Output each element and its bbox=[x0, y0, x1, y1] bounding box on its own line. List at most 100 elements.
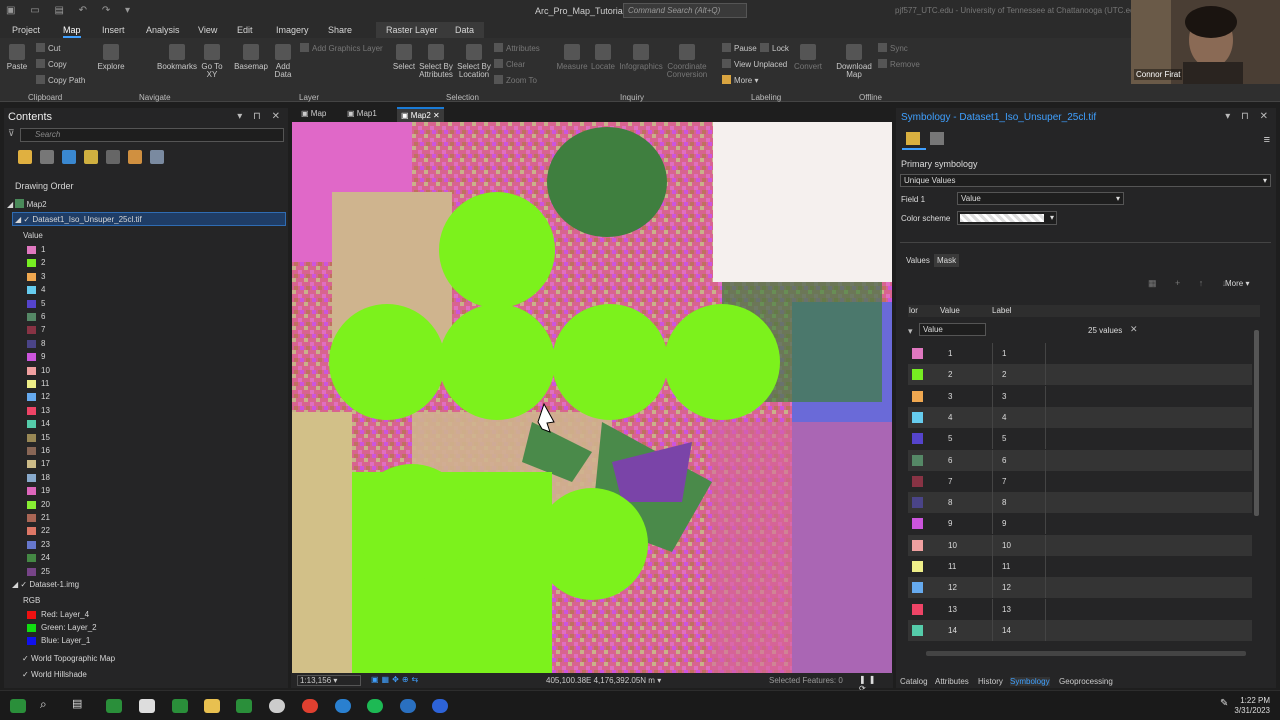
symbology-row[interactable]: 66 bbox=[908, 449, 1252, 471]
list-by-source-icon[interactable] bbox=[40, 150, 54, 164]
list-by-snapping-icon[interactable] bbox=[106, 150, 120, 164]
symbol-swatch[interactable] bbox=[912, 624, 923, 636]
symbology-method-select[interactable]: Unique Values ▾ bbox=[900, 174, 1271, 187]
symbol-swatch[interactable] bbox=[912, 497, 923, 509]
map-tab-map2[interactable]: ▣ Map2 ✕ bbox=[397, 107, 444, 122]
row-label[interactable]: 6 bbox=[1002, 456, 1006, 465]
paste-button[interactable]: Paste bbox=[6, 44, 28, 71]
legend-swatch[interactable] bbox=[27, 272, 36, 281]
tab-attributes[interactable]: Attributes bbox=[935, 677, 969, 686]
legend-swatch[interactable] bbox=[27, 500, 36, 509]
legend-swatch[interactable] bbox=[27, 353, 36, 362]
symbology-row[interactable]: 99 bbox=[908, 513, 1252, 535]
symbol-swatch[interactable] bbox=[912, 411, 923, 423]
view-unplaced-button[interactable]: View Unplaced bbox=[722, 59, 787, 69]
menu-icon[interactable]: ≡ bbox=[1264, 134, 1270, 146]
tab-raster-layer[interactable]: Raster Layer bbox=[386, 25, 438, 35]
legend-swatch[interactable] bbox=[27, 554, 36, 563]
column-label-header[interactable]: Label bbox=[992, 306, 1012, 315]
toc-world-topographic[interactable]: ✓ World Topographic Map bbox=[22, 654, 115, 663]
legend-swatch[interactable] bbox=[27, 447, 36, 455]
symbology-row[interactable]: 22 bbox=[908, 364, 1252, 386]
tab-view[interactable]: View bbox=[198, 25, 217, 35]
zoom-to-selection-button[interactable]: Zoom To bbox=[494, 75, 537, 85]
list-by-perspective-icon[interactable] bbox=[150, 150, 164, 164]
locate-button[interactable]: Locate bbox=[590, 44, 616, 71]
pause-labeling-button[interactable]: Pause bbox=[722, 43, 757, 53]
tab-insert[interactable]: Insert bbox=[102, 25, 125, 35]
quick-access-toolbar[interactable]: ▣ ▭ ▤ ↶ ↷ ▾ bbox=[6, 5, 136, 16]
field1-select[interactable]: Value ▾ bbox=[957, 192, 1124, 205]
zoom-icon[interactable] bbox=[432, 699, 448, 713]
download-map-button[interactable]: Download Map bbox=[834, 44, 874, 79]
toc-layer-dataset1[interactable]: ◢ ✓ Dataset1_Iso_Unsuper_25cl.tif bbox=[12, 212, 286, 226]
symbol-swatch[interactable] bbox=[912, 603, 923, 615]
legend-swatch[interactable] bbox=[27, 313, 36, 321]
cut-button[interactable]: Cut bbox=[36, 43, 60, 53]
explore-button[interactable]: Explore bbox=[96, 44, 126, 71]
row-label[interactable]: 12 bbox=[1002, 583, 1011, 592]
row-label[interactable]: 3 bbox=[1002, 392, 1006, 401]
legend-swatch[interactable] bbox=[27, 487, 36, 496]
symbol-swatch[interactable] bbox=[912, 369, 923, 381]
scale-select[interactable]: 1:13,156 ▾ bbox=[297, 675, 361, 686]
legend-swatch[interactable] bbox=[27, 380, 36, 388]
row-label[interactable]: 11 bbox=[1002, 562, 1010, 571]
select-by-location-button[interactable]: Select By Location bbox=[456, 44, 492, 79]
symbology-row[interactable]: 55 bbox=[908, 428, 1252, 450]
symbology-row[interactable]: 12 12 bbox=[908, 577, 1252, 599]
symbology-row[interactable]: 11 11 bbox=[908, 556, 1252, 577]
app-icon-4[interactable] bbox=[236, 699, 252, 713]
lock-labeling-button[interactable]: Lock bbox=[760, 43, 789, 53]
add-graphics-layer-button[interactable]: Add Graphics Layer bbox=[300, 43, 383, 53]
symbology-row[interactable]: 33 bbox=[908, 385, 1252, 407]
primary-symbology-icon[interactable] bbox=[906, 132, 920, 145]
toc-map2[interactable]: ◢ Map2 bbox=[7, 199, 47, 209]
browser-icon[interactable] bbox=[335, 699, 351, 713]
legend-swatch[interactable] bbox=[27, 567, 36, 576]
symbology-row[interactable]: 14 14 bbox=[908, 619, 1252, 641]
tab-edit[interactable]: Edit bbox=[237, 25, 253, 35]
row-label[interactable]: 4 bbox=[1002, 413, 1006, 422]
tab-history[interactable]: History bbox=[978, 677, 1003, 686]
subtab-values[interactable]: Values bbox=[906, 256, 930, 265]
legend-swatch[interactable] bbox=[27, 540, 36, 549]
tab-imagery[interactable]: Imagery bbox=[276, 25, 309, 35]
symbology-row[interactable]: 44 bbox=[908, 406, 1252, 428]
map-canvas[interactable] bbox=[292, 122, 892, 673]
column-value-header[interactable]: Value bbox=[940, 306, 960, 315]
list-by-labeling-icon[interactable] bbox=[128, 150, 142, 164]
symbol-swatch[interactable] bbox=[912, 433, 923, 445]
arcgis-pro-icon[interactable] bbox=[400, 699, 416, 713]
remove-offline-button[interactable]: Remove bbox=[878, 59, 920, 69]
legend-swatch[interactable] bbox=[27, 326, 36, 335]
symbol-swatch[interactable] bbox=[912, 454, 923, 466]
legend-swatch[interactable] bbox=[27, 527, 36, 536]
tab-share[interactable]: Share bbox=[328, 25, 352, 35]
bookmarks-button[interactable]: Bookmarks bbox=[156, 44, 198, 71]
app-icon-3[interactable] bbox=[172, 699, 188, 713]
copy-button[interactable]: Copy bbox=[36, 59, 67, 69]
legend-swatch[interactable] bbox=[27, 299, 36, 308]
row-label[interactable]: 14 bbox=[1002, 626, 1011, 635]
grid-horizontal-scrollbar[interactable] bbox=[926, 651, 1246, 656]
map-view-tools[interactable]: ▣▦✥⊕⇆ bbox=[371, 675, 421, 684]
legend-swatch[interactable] bbox=[27, 460, 36, 469]
list-by-selection-icon[interactable] bbox=[62, 150, 76, 164]
list-by-editing-icon[interactable] bbox=[84, 150, 98, 164]
value-group-heading-input[interactable]: Value bbox=[919, 323, 986, 336]
convert-button[interactable]: Convert bbox=[792, 44, 824, 71]
select-button[interactable]: Select bbox=[392, 44, 416, 71]
legend-swatch[interactable] bbox=[27, 286, 36, 295]
more-menu-button[interactable]: More ▾ bbox=[1225, 279, 1249, 288]
tab-symbology[interactable]: Symbology bbox=[1010, 677, 1050, 686]
row-label[interactable]: 5 bbox=[1002, 434, 1006, 443]
symbol-swatch[interactable] bbox=[912, 561, 923, 572]
row-label[interactable]: 10 bbox=[1002, 541, 1011, 550]
copy-path-button[interactable]: Copy Path bbox=[36, 75, 85, 85]
infographics-button[interactable]: Infographics bbox=[618, 44, 664, 71]
symbol-swatch[interactable] bbox=[912, 539, 923, 551]
tab-analysis[interactable]: Analysis bbox=[146, 25, 180, 35]
tab-map[interactable]: Map bbox=[63, 25, 81, 38]
vary-symbology-icon[interactable] bbox=[930, 132, 944, 145]
